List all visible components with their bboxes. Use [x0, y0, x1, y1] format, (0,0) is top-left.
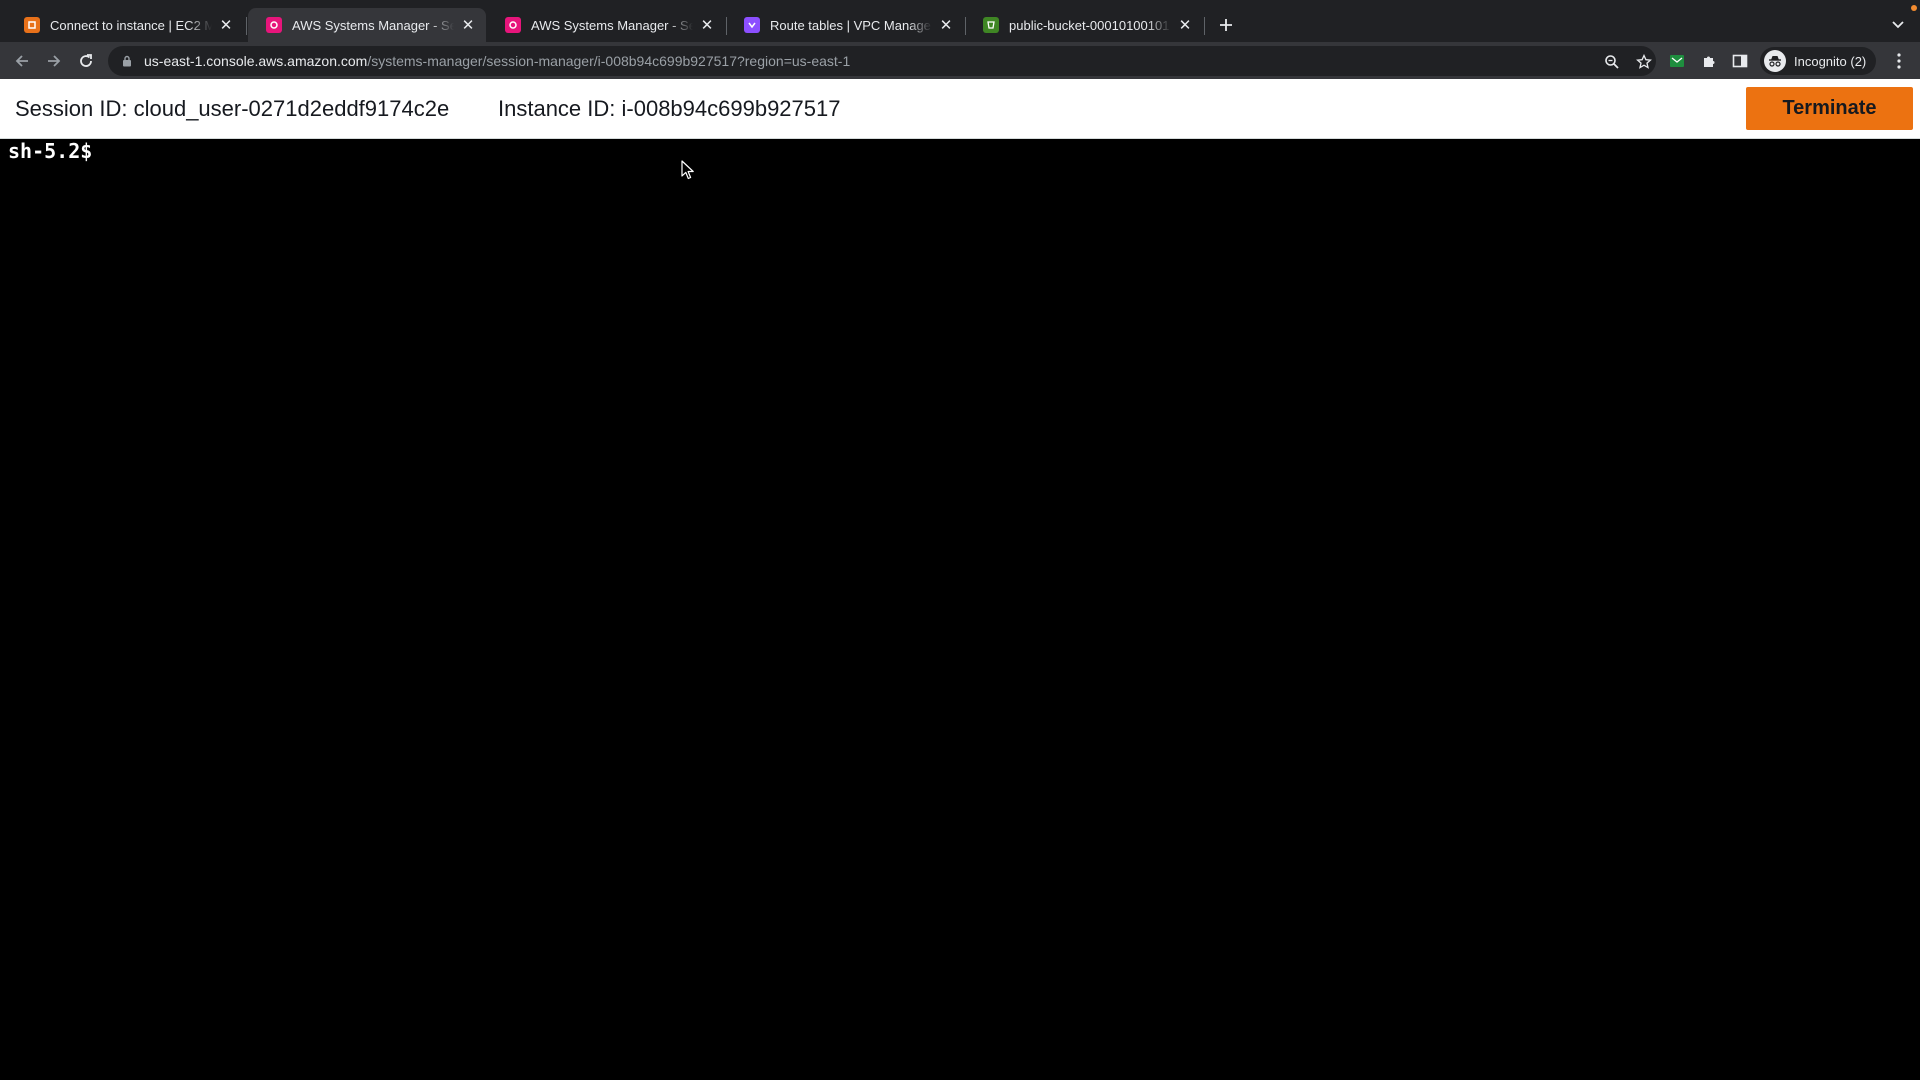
new-tab-plus-icon[interactable] — [1213, 12, 1239, 38]
tab-title: AWS Systems Manager - Session Manager — [292, 17, 454, 33]
tab-systems-manager-active[interactable]: AWS Systems Manager - Session Manager ✕ — [248, 8, 486, 42]
terminate-button[interactable]: Terminate — [1746, 87, 1913, 130]
reload-icon[interactable] — [72, 47, 100, 75]
url-text: us-east-1.console.aws.amazon.com/systems… — [144, 53, 850, 69]
side-panel-icon[interactable] — [1729, 50, 1751, 72]
shell-prompt: sh-5.2$ — [8, 139, 93, 163]
incognito-icon — [1764, 50, 1786, 72]
lock-icon[interactable] — [120, 54, 134, 68]
close-tab-icon[interactable]: ✕ — [460, 17, 476, 34]
close-tab-icon[interactable]: ✕ — [938, 17, 954, 34]
session-manager-header: Session ID: cloud_user-0271d2eddf9174c2e… — [0, 79, 1920, 139]
url-host: us-east-1.console.aws.amazon.com — [144, 53, 368, 69]
tab-ec2-connect[interactable]: Connect to instance | EC2 Management Con… — [6, 8, 244, 42]
back-arrow-icon[interactable] — [8, 47, 36, 75]
extension-mail-icon[interactable] — [1666, 50, 1688, 72]
ec2-favicon-icon — [24, 17, 40, 33]
terminal-console[interactable]: sh-5.2$ — [0, 139, 1920, 1080]
address-bar[interactable]: us-east-1.console.aws.amazon.com/systems… — [108, 46, 1656, 76]
bookmark-star-icon[interactable] — [1634, 52, 1654, 72]
incognito-profile-button[interactable]: Incognito (2) — [1760, 47, 1877, 75]
extensions-puzzle-icon[interactable] — [1698, 50, 1720, 72]
tab-divider — [246, 17, 247, 35]
tab-title: Route tables | VPC Management Console — [770, 17, 932, 33]
tab-s3-bucket[interactable]: public-bucket-00010100101 - S3 bucket ✕ — [965, 8, 1203, 42]
browser-toolbar: us-east-1.console.aws.amazon.com/systems… — [0, 42, 1920, 79]
systems-manager-favicon-icon — [266, 17, 282, 33]
session-id-label: Session ID: cloud_user-0271d2eddf9174c2e — [15, 96, 450, 121]
tab-title: Connect to instance | EC2 Management Con… — [50, 17, 212, 33]
recording-indicator-dot — [1911, 5, 1917, 11]
close-tab-icon[interactable]: ✕ — [218, 17, 234, 34]
browser-tab-strip: Connect to instance | EC2 Management Con… — [0, 0, 1920, 42]
tab-systems-manager[interactable]: AWS Systems Manager - Session Manager ✕ — [487, 8, 725, 42]
zoom-magnifier-icon[interactable] — [1602, 52, 1622, 72]
s3-favicon-icon — [983, 17, 999, 33]
mouse-cursor-icon — [681, 160, 694, 180]
tab-route-tables[interactable]: Route tables | VPC Management Console ✕ — [726, 8, 964, 42]
vpc-favicon-icon — [744, 17, 760, 33]
close-tab-icon[interactable]: ✕ — [1177, 17, 1193, 34]
tab-title: public-bucket-00010100101 - S3 bucket — [1009, 17, 1171, 33]
tab-title: AWS Systems Manager - Session Manager — [531, 17, 693, 33]
close-tab-icon[interactable]: ✕ — [699, 17, 715, 34]
forward-arrow-icon[interactable] — [40, 47, 68, 75]
browser-menu-kebab-icon[interactable] — [1888, 50, 1910, 72]
tab-search-chevron-down-icon[interactable] — [1886, 13, 1910, 37]
systems-manager-favicon-icon — [505, 17, 521, 33]
instance-id-label: Instance ID: i-008b94c699b927517 — [498, 96, 841, 121]
tab-divider — [1204, 17, 1205, 35]
url-path: /systems-manager/session-manager/i-008b9… — [367, 53, 851, 69]
profile-label: Incognito (2) — [1794, 53, 1867, 69]
